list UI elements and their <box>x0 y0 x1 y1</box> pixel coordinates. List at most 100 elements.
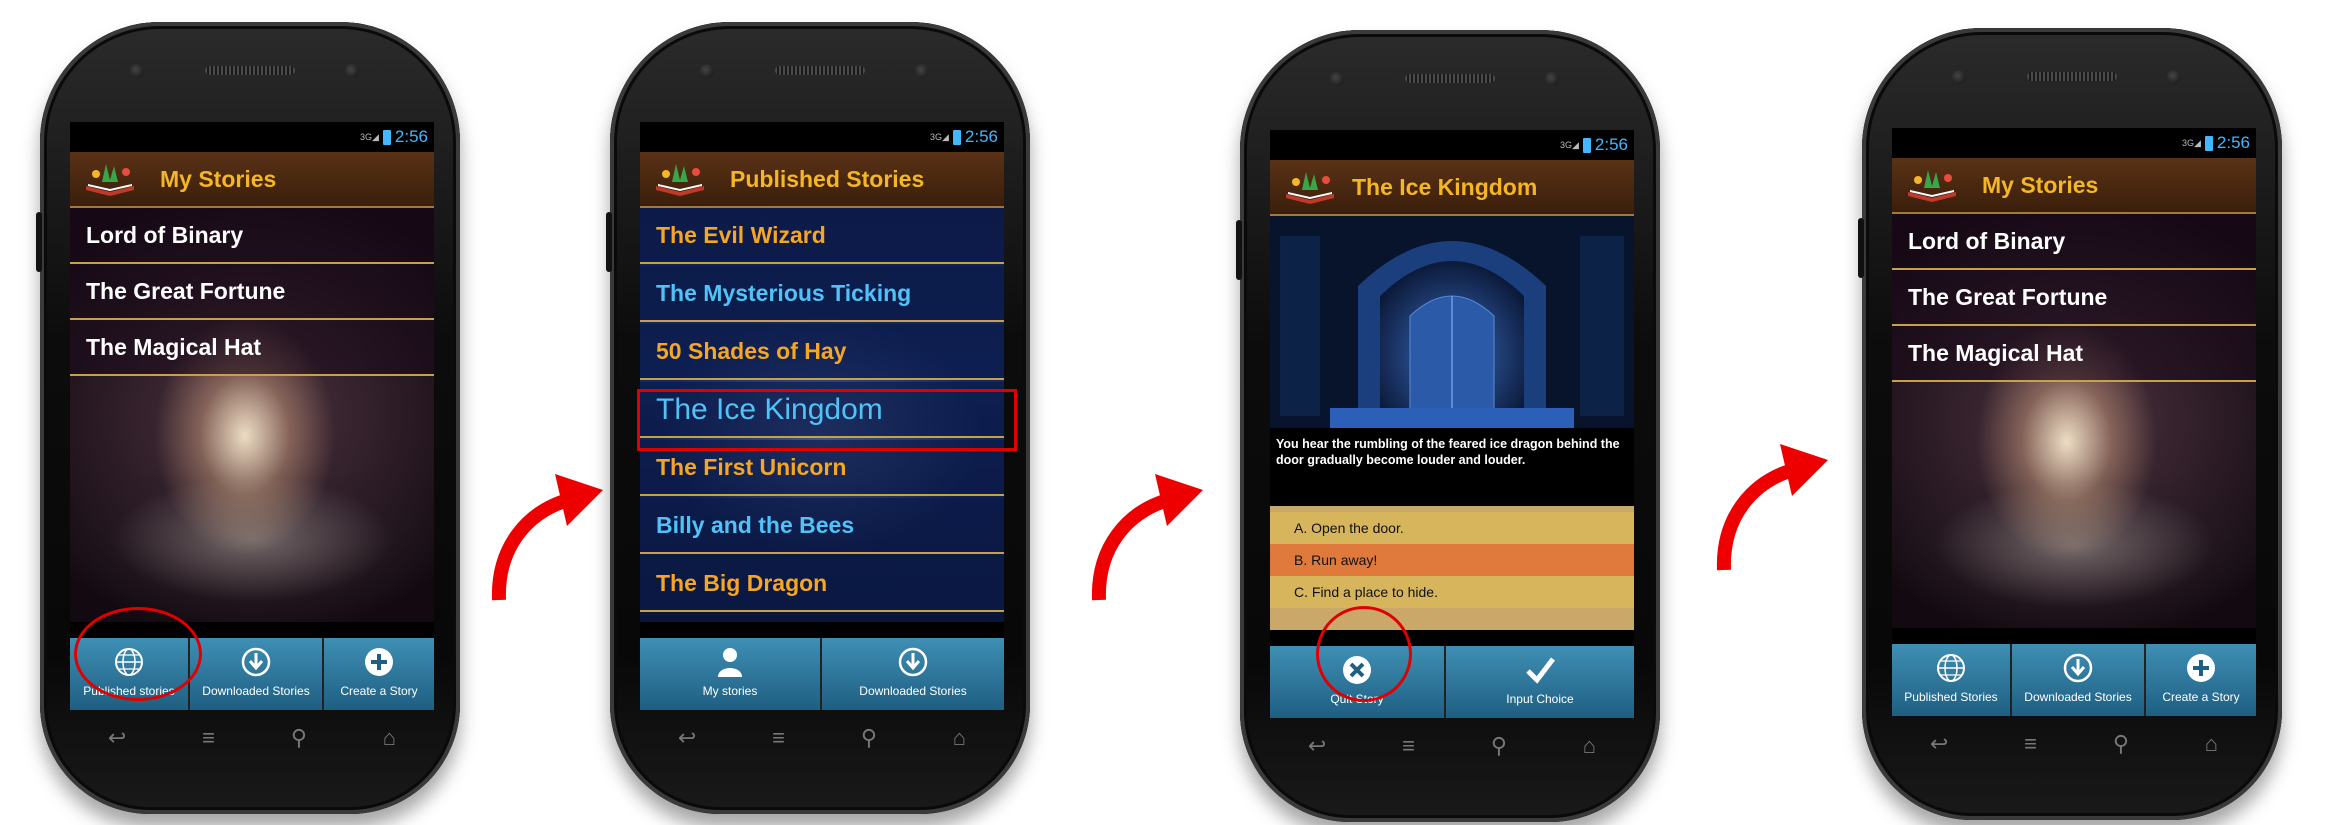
back-icon[interactable]: ↩ <box>1930 731 1948 757</box>
plus-circle-icon <box>2187 654 2215 682</box>
search-icon[interactable]: ⚲ <box>1491 733 1507 759</box>
phone-story-reader: 3G◢ 2:56 The Ice Kingdom You hear the ru… <box>1236 30 1660 822</box>
highlight-box <box>637 389 1017 451</box>
tab-label: Downloaded Stories <box>859 684 967 698</box>
search-icon[interactable]: ⚲ <box>861 725 877 751</box>
app-bar: My Stories <box>1892 158 2256 214</box>
app-logo-icon <box>1908 170 1956 202</box>
home-icon[interactable]: ⌂ <box>953 725 966 751</box>
home-icon[interactable]: ⌂ <box>1583 733 1596 759</box>
downloaded-stories-button[interactable]: Downloaded Stories <box>190 638 322 710</box>
tab-label: Published Stories <box>1904 690 1998 704</box>
volume-button <box>36 212 42 272</box>
download-icon <box>2063 653 2093 683</box>
tab-label: Downloaded Stories <box>2024 690 2132 704</box>
highlight-ring <box>1316 606 1412 702</box>
list-item[interactable]: The Great Fortune <box>1892 270 2256 326</box>
speaker-grille <box>205 66 295 75</box>
camera-icon <box>345 64 359 78</box>
status-bar: 3G◢ 2:56 <box>640 122 1004 152</box>
sensor-icon <box>700 64 714 78</box>
speaker-grille <box>1405 74 1495 83</box>
android-nav-bar: ↩ ≡ ⚲ ⌂ <box>1270 718 1634 774</box>
status-bar: 3G◢ 2:56 <box>1270 130 1634 160</box>
back-icon[interactable]: ↩ <box>678 725 696 751</box>
page-title: Published Stories <box>730 166 925 192</box>
search-icon[interactable]: ⚲ <box>2113 731 2129 757</box>
create-story-button[interactable]: Create a Story <box>2146 644 2256 716</box>
status-time: 2:56 <box>2216 133 2250 152</box>
signal-icon: 3G◢ <box>929 131 949 142</box>
download-icon <box>898 647 928 677</box>
choice-option[interactable]: C. Find a place to hide. <box>1270 576 1634 608</box>
sensor-icon <box>1952 70 1966 84</box>
signal-icon: 3G◢ <box>1559 139 1579 150</box>
bottom-toolbar: Published Stories Downloaded Stories Cre… <box>1892 644 2256 716</box>
screen: 3G◢ 2:56 My Stories Lord of Binary The G… <box>1892 128 2256 716</box>
back-icon[interactable]: ↩ <box>108 725 126 751</box>
story-list: Lord of Binary The Great Fortune The Mag… <box>1892 214 2256 628</box>
story-page: You hear the rumbling of the feared ice … <box>1270 216 1634 630</box>
curved-arrow-icon <box>1716 444 1828 571</box>
globe-icon <box>1937 654 1965 682</box>
battery-icon <box>1582 137 1591 153</box>
story-list: Lord of Binary The Great Fortune The Mag… <box>70 208 434 622</box>
list-item[interactable]: Billy and the Bees <box>640 498 1004 554</box>
home-icon[interactable]: ⌂ <box>383 725 396 751</box>
volume-button <box>1858 218 1864 278</box>
list-item[interactable]: Lord of Binary <box>1892 214 2256 270</box>
menu-icon[interactable]: ≡ <box>202 725 215 751</box>
plus-circle-icon <box>365 648 393 676</box>
list-item[interactable]: The Mysterious Ticking <box>640 266 1004 322</box>
list-item[interactable]: 50 Shades of Hay <box>640 324 1004 380</box>
list-item[interactable]: The Magical Hat <box>1892 326 2256 382</box>
create-story-button[interactable]: Create a Story <box>324 638 434 710</box>
app-logo-icon <box>656 164 704 196</box>
battery-icon <box>2204 135 2213 151</box>
menu-icon[interactable]: ≡ <box>772 725 785 751</box>
home-icon[interactable]: ⌂ <box>2205 731 2218 757</box>
story-illustration <box>1270 216 1634 428</box>
back-icon[interactable]: ↩ <box>1308 733 1326 759</box>
app-bar: My Stories <box>70 152 434 208</box>
list-item[interactable]: The Magical Hat <box>70 320 434 376</box>
list-item[interactable]: Lord of Binary <box>70 208 434 264</box>
speaker-grille <box>775 66 865 75</box>
download-icon <box>241 647 271 677</box>
camera-icon <box>1545 72 1559 86</box>
app-logo-icon <box>1286 172 1334 204</box>
story-passage: You hear the rumbling of the feared ice … <box>1276 437 1620 467</box>
volume-button <box>606 212 612 272</box>
choice-option[interactable]: A. Open the door. <box>1270 512 1634 544</box>
published-stories-button[interactable]: Published Stories <box>1892 644 2010 716</box>
status-time: 2:56 <box>1594 135 1628 154</box>
list-item[interactable]: The Evil Wizard <box>640 208 1004 264</box>
speaker-grille <box>2027 72 2117 81</box>
sensor-icon <box>130 64 144 78</box>
downloaded-stories-button[interactable]: Downloaded Stories <box>2012 644 2144 716</box>
tab-label: My stories <box>702 684 758 698</box>
choice-option-selected[interactable]: B. Run away! <box>1270 544 1634 576</box>
tab-label: Create a Story <box>340 684 418 698</box>
tab-label: Downloaded Stories <box>202 684 310 698</box>
input-choice-button[interactable]: Input Choice <box>1446 646 1634 718</box>
status-bar: 3G◢ 2:56 <box>1892 128 2256 158</box>
curved-arrow-icon <box>491 474 603 601</box>
page-title: My Stories <box>1982 172 2099 198</box>
camera-icon <box>915 64 929 78</box>
list-item[interactable]: The Great Fortune <box>70 264 434 320</box>
camera-icon <box>2167 70 2181 84</box>
bottom-toolbar: My stories Downloaded Stories <box>640 638 1004 710</box>
status-time: 2:56 <box>394 127 428 146</box>
menu-icon[interactable]: ≡ <box>1402 733 1415 759</box>
my-stories-button[interactable]: My stories <box>640 638 820 710</box>
tab-label: Input Choice <box>1506 692 1574 706</box>
downloaded-stories-button[interactable]: Downloaded Stories <box>822 638 1004 710</box>
list-item[interactable]: The Big Dragon <box>640 556 1004 612</box>
status-time: 2:56 <box>964 127 998 146</box>
page-title: The Ice Kingdom <box>1352 174 1538 200</box>
android-nav-bar: ↩ ≡ ⚲ ⌂ <box>640 710 1004 766</box>
menu-icon[interactable]: ≡ <box>2024 731 2037 757</box>
search-icon[interactable]: ⚲ <box>291 725 307 751</box>
highlight-ring <box>74 607 202 701</box>
